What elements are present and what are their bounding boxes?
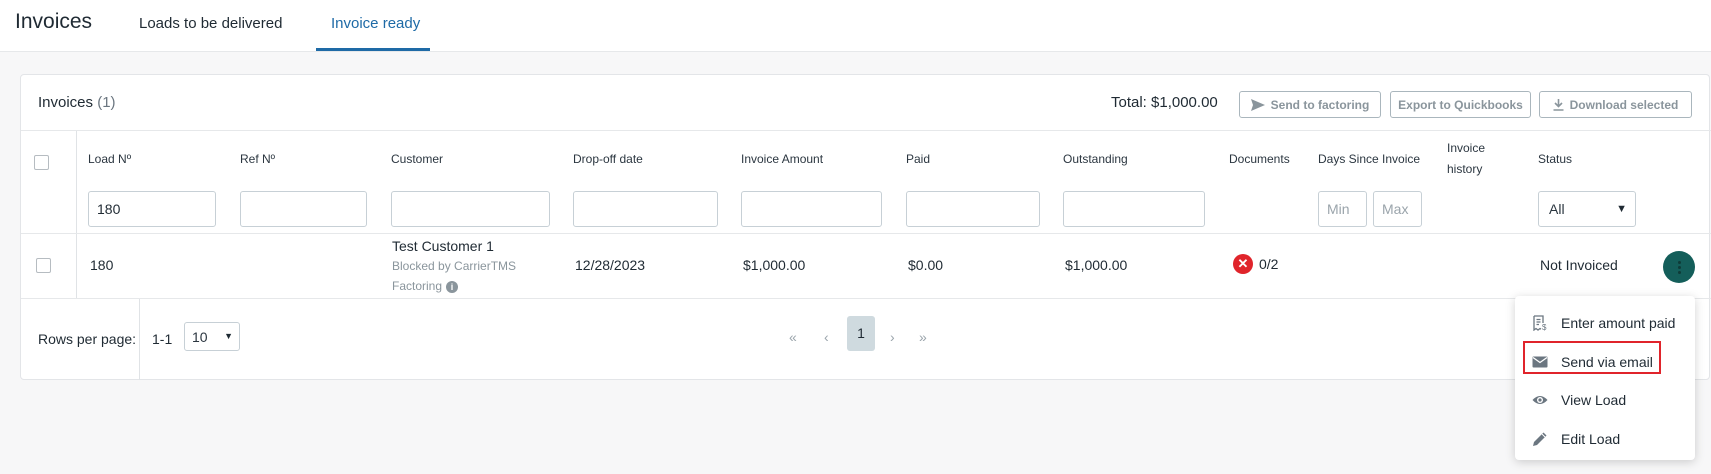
last-page-button[interactable]: » (919, 329, 927, 345)
column-header-status[interactable]: Status (1538, 150, 1572, 168)
column-header-load-no[interactable]: Load Nº (88, 150, 131, 168)
column-header-customer[interactable]: Customer (391, 150, 443, 168)
load-no-filter-input[interactable]: 180 (88, 191, 216, 227)
total-amount: Total: $1,000.00 (1111, 94, 1218, 111)
first-page-button[interactable]: « (789, 329, 797, 345)
row-outstanding: $1,000.00 (1065, 257, 1128, 273)
rows-per-page-value: 10 (192, 328, 208, 345)
prev-page-button[interactable]: ‹ (824, 329, 829, 345)
kebab-dot-icon (1677, 265, 1681, 269)
rows-per-page-label: Rows per page: (38, 331, 137, 347)
caret-down-icon: ▼ (224, 331, 233, 341)
column-header-outstanding[interactable]: Outstanding (1063, 150, 1128, 168)
export-quickbooks-button[interactable]: Export to Quickbooks (1390, 91, 1531, 118)
column-header-documents: Documents (1229, 152, 1290, 166)
missing-documents-icon: ✕ (1233, 254, 1253, 274)
download-icon (1553, 98, 1564, 111)
export-quickbooks-label: Export to Quickbooks (1398, 97, 1523, 112)
menu-item-view-load[interactable]: View Load (1515, 383, 1695, 417)
days-max-filter-input[interactable]: Max (1373, 191, 1422, 227)
row-customer-factoring: Factoring i (392, 279, 459, 293)
menu-item-label: Enter amount paid (1561, 315, 1676, 331)
card-title-label: Invoices (38, 94, 94, 111)
divider (21, 298, 1711, 299)
info-icon[interactable]: i (446, 280, 459, 293)
top-bar: Invoices Loads to be delivered Invoice r… (0, 0, 1711, 52)
highlight-box (1523, 341, 1661, 374)
invoice-count: (1) (97, 94, 116, 111)
column-header-paid[interactable]: Paid (906, 150, 930, 168)
menu-item-edit-load[interactable]: Edit Load (1515, 422, 1695, 456)
receipt-dollar-icon: $ (1533, 315, 1547, 331)
send-to-factoring-label: Send to factoring (1270, 97, 1370, 112)
column-header-dropoff-date[interactable]: Drop-off date (573, 150, 643, 168)
row-dropoff-date: 12/28/2023 (575, 257, 646, 273)
tab-loads-to-be-delivered[interactable]: Loads to be delivered (139, 15, 282, 32)
divider (21, 130, 1711, 131)
page-title: Invoices (15, 10, 93, 33)
tab-invoice-ready[interactable]: Invoice ready (331, 15, 420, 32)
menu-item-enter-amount-paid[interactable]: $ Enter amount paid (1515, 306, 1695, 340)
send-to-factoring-button[interactable]: Send to factoring (1239, 91, 1381, 118)
next-page-button[interactable]: › (890, 329, 895, 345)
footer-divider (139, 299, 140, 380)
customer-filter-input[interactable] (391, 191, 550, 227)
row-customer: Test Customer 1 (392, 238, 494, 254)
select-all-checkbox[interactable] (34, 155, 49, 170)
menu-item-label: Edit Load (1561, 431, 1621, 447)
svg-text:$: $ (1542, 323, 1547, 331)
status-filter-value: All (1549, 201, 1565, 217)
page-number-current[interactable]: 1 (847, 316, 875, 351)
invoice-history-line1: Invoice (1447, 141, 1486, 155)
column-header-invoice-history: Invoice history (1447, 139, 1485, 178)
row-documents[interactable]: 0/2 (1259, 256, 1278, 272)
menu-item-label: View Load (1561, 392, 1627, 408)
ref-no-filter-input[interactable] (240, 191, 367, 227)
row-actions-menu: $ Enter amount paid Send via email View … (1515, 296, 1695, 460)
invoices-card: Invoices (1) Total: $1,000.00 Send to fa… (20, 74, 1711, 380)
status-filter-select[interactable]: All ▼ (1538, 191, 1636, 227)
row-checkbox[interactable] (36, 258, 51, 273)
column-divider (76, 131, 77, 298)
dropoff-filter-input[interactable] (573, 191, 718, 227)
days-min-filter-input[interactable]: Min (1318, 191, 1367, 227)
download-selected-label: Download selected (1569, 97, 1679, 112)
row-paid: $0.00 (908, 257, 944, 273)
row-actions-menu-button[interactable] (1663, 251, 1695, 283)
invoice-amount-filter-input[interactable] (741, 191, 882, 227)
row-invoice-amount: $1,000.00 (743, 257, 806, 273)
column-header-days-since-invoice[interactable]: Days Since Invoice (1318, 150, 1420, 168)
eye-icon (1532, 396, 1548, 404)
outstanding-filter-input[interactable] (1063, 191, 1205, 227)
row-customer-blocked: Blocked by CarrierTMS (392, 259, 517, 273)
active-tab-indicator (316, 48, 430, 51)
kebab-dot-icon (1677, 270, 1681, 274)
column-header-ref-no[interactable]: Ref Nº (240, 150, 275, 168)
row-load-no[interactable]: 180 (90, 257, 113, 273)
chevron-down-icon: ▼ (1616, 203, 1627, 215)
factoring-label: Factoring (392, 279, 443, 293)
send-icon (1250, 98, 1265, 111)
pencil-icon (1533, 432, 1547, 446)
row-status: Not Invoiced (1540, 257, 1618, 273)
card-title: Invoices (1) (38, 94, 116, 111)
invoice-history-line2: history (1447, 162, 1483, 176)
divider (21, 233, 1711, 234)
paid-filter-input[interactable] (906, 191, 1040, 227)
kebab-dot-icon (1677, 260, 1681, 264)
column-header-invoice-amount[interactable]: Invoice Amount (741, 150, 823, 168)
download-selected-button[interactable]: Download selected (1539, 91, 1692, 118)
rows-per-page-select[interactable]: 10 ▼ (184, 322, 240, 351)
page-range: 1-1 (152, 331, 173, 347)
